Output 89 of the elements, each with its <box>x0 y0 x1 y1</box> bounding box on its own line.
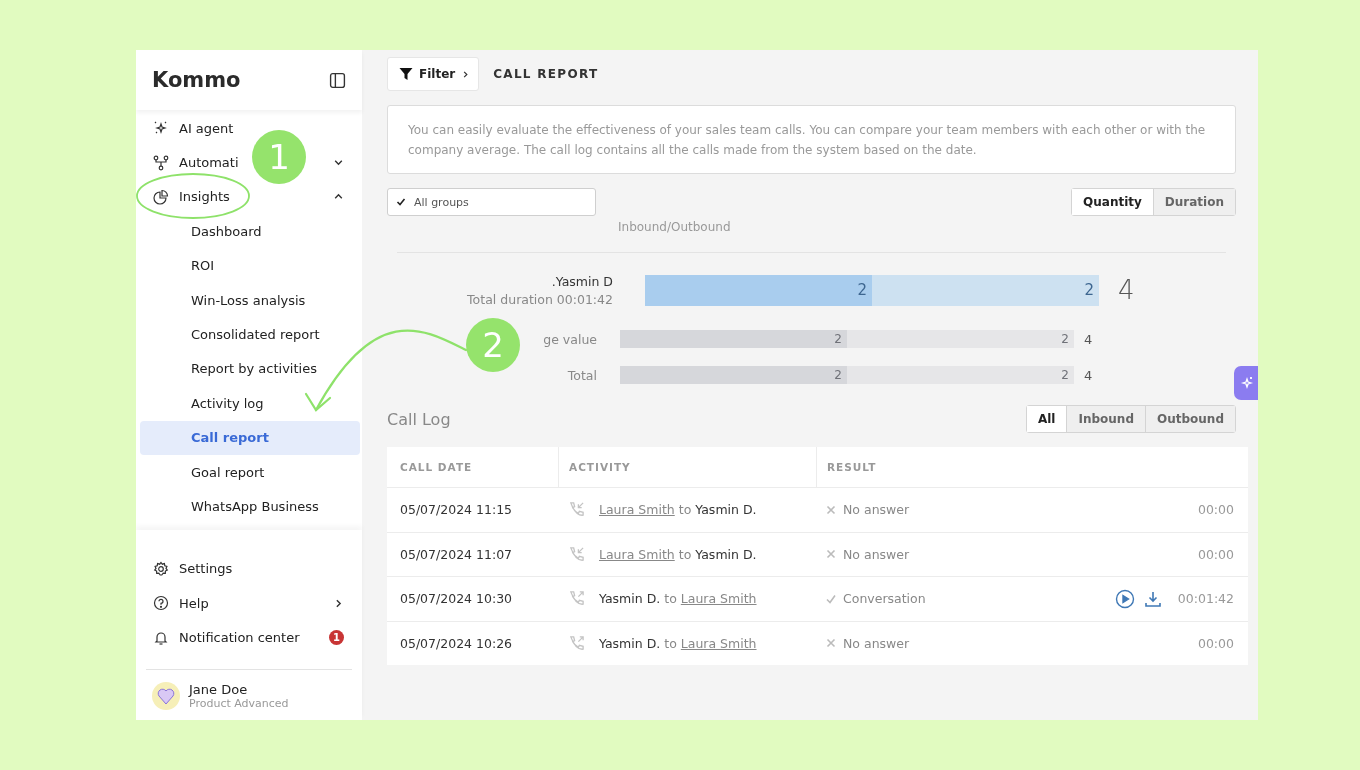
nav-item[interactable]: Notification center <box>153 629 300 646</box>
contact-name: Yasmin D. <box>695 546 757 562</box>
contact-link[interactable]: Laura Smith <box>680 635 757 651</box>
sparkles-icon <box>1239 375 1255 391</box>
column-header: RESULT <box>816 447 1248 487</box>
column-header: ACTIVITY <box>558 447 816 487</box>
view-tab[interactable]: Quantity <box>1072 189 1153 215</box>
bar-value: 2 <box>856 281 868 299</box>
outgoing-call-icon <box>568 590 585 608</box>
bar-value: 2 <box>833 332 843 346</box>
flow-icon <box>153 154 169 171</box>
contact-name: Yasmin D. <box>599 635 661 651</box>
chart-header: Inbound/Outbound <box>618 220 731 234</box>
connector-text: to <box>678 502 692 518</box>
bar-value: 2 <box>1083 281 1095 299</box>
avatar <box>152 681 180 710</box>
contact-link[interactable]: Laura Smith <box>680 591 757 607</box>
submenu-item[interactable]: Consolidated report <box>140 317 360 352</box>
filter-tab[interactable]: Outbound <box>1145 406 1235 432</box>
settings-icon <box>153 560 169 577</box>
ai-assistant-button[interactable] <box>1234 366 1258 400</box>
nav-item[interactable]: Settings <box>153 560 233 577</box>
outgoing-call-icon <box>568 634 585 652</box>
nav-item[interactable]: Help <box>153 595 209 612</box>
table-cell-text: 05/07/2024 10:30 <box>399 591 514 607</box>
incoming-call-icon <box>568 501 585 519</box>
submenu-item[interactable]: WhatsApp Business <box>140 489 360 524</box>
help-icon <box>153 595 169 612</box>
checkbox[interactable] <box>395 196 407 208</box>
contact-name: Yasmin D. <box>599 591 661 607</box>
pie-chart-icon <box>153 188 169 205</box>
row-label: ge value <box>543 331 597 347</box>
sidebar-toggle-icon[interactable] <box>329 71 346 89</box>
incoming-call-icon <box>568 545 585 563</box>
call-duration: 00:01:42 <box>1177 591 1234 607</box>
bell-icon <box>153 629 169 646</box>
call-duration: 00:00 <box>1197 635 1234 651</box>
bar-value: 2 <box>1060 368 1070 382</box>
submenu-item[interactable]: Activity log <box>140 386 360 421</box>
connector-text: to <box>678 546 692 562</box>
table-cell-text: 05/07/2024 10:26 <box>399 635 514 651</box>
group-select[interactable]: All groups <box>387 188 596 216</box>
view-tab[interactable]: Duration <box>1152 189 1235 215</box>
submenu-item[interactable]: Call report <box>140 420 360 455</box>
filter-icon <box>399 67 413 81</box>
submenu-item[interactable]: Report by activities <box>140 351 360 387</box>
result-text: No answer <box>843 502 910 518</box>
result-text: No answer <box>843 635 910 651</box>
total-value: 4 <box>1118 275 1135 305</box>
filter-tab[interactable]: Inbound <box>1066 406 1145 432</box>
user-plan: Product Advanced <box>189 696 289 710</box>
notification-count: 1 <box>329 630 344 646</box>
table-cell-text: 05/07/2024 11:15 <box>399 502 514 518</box>
submenu-item[interactable]: Goal report <box>140 454 360 490</box>
submenu-item[interactable]: Dashboard <box>140 214 360 249</box>
connector-text: to <box>664 591 677 607</box>
result-text: No answer <box>843 546 910 562</box>
contact-name: Yasmin D. <box>695 502 757 518</box>
description-text: You can easily evaluate the effectiveness of your sales team calls. You can compare your team members with each other or with the company average. The call log contains all the calls made from the system based on the date. <box>408 122 1207 159</box>
page-title: CALL REPORT <box>493 67 599 81</box>
contact-link[interactable]: Laura Smith <box>599 546 675 562</box>
kommo-logo: Kommo <box>152 68 241 92</box>
bar-value: 2 <box>1060 332 1070 346</box>
filter-tab[interactable]: All <box>1026 406 1067 432</box>
section-title: Call Log <box>387 409 451 429</box>
connector-text: to <box>664 635 677 651</box>
row-label: .Yasmin D <box>551 273 613 289</box>
column-header: CALL DATE <box>399 460 474 475</box>
bar-value: 2 <box>833 368 843 382</box>
play-icon[interactable] <box>1114 588 1135 609</box>
chevron-right-icon <box>461 69 471 79</box>
nav-item[interactable]: AI agent <box>153 120 234 137</box>
total-value: 4 <box>1084 367 1093 383</box>
user-name: Jane Doe <box>189 681 249 697</box>
row-label: Total <box>567 367 597 383</box>
submenu-item[interactable]: ROI <box>140 248 360 283</box>
nav-item[interactable]: Automati <box>153 154 239 171</box>
contact-link[interactable]: Laura Smith <box>599 502 675 518</box>
result-text: Conversation <box>843 591 926 607</box>
submenu-item[interactable]: Win-Loss analysis <box>140 282 360 318</box>
table-cell-text: 05/07/2024 11:07 <box>399 546 514 562</box>
check-icon <box>396 197 406 207</box>
filter-button[interactable]: Filter <box>387 57 480 91</box>
step-number-badge: 2 <box>466 318 520 372</box>
call-duration: 00:00 <box>1197 502 1234 518</box>
total-value: 4 <box>1084 331 1093 347</box>
call-duration: 00:00 <box>1197 546 1234 562</box>
duration-label: Total duration 00:01:42 <box>467 291 613 307</box>
nav-item[interactable]: Insights <box>153 188 230 205</box>
